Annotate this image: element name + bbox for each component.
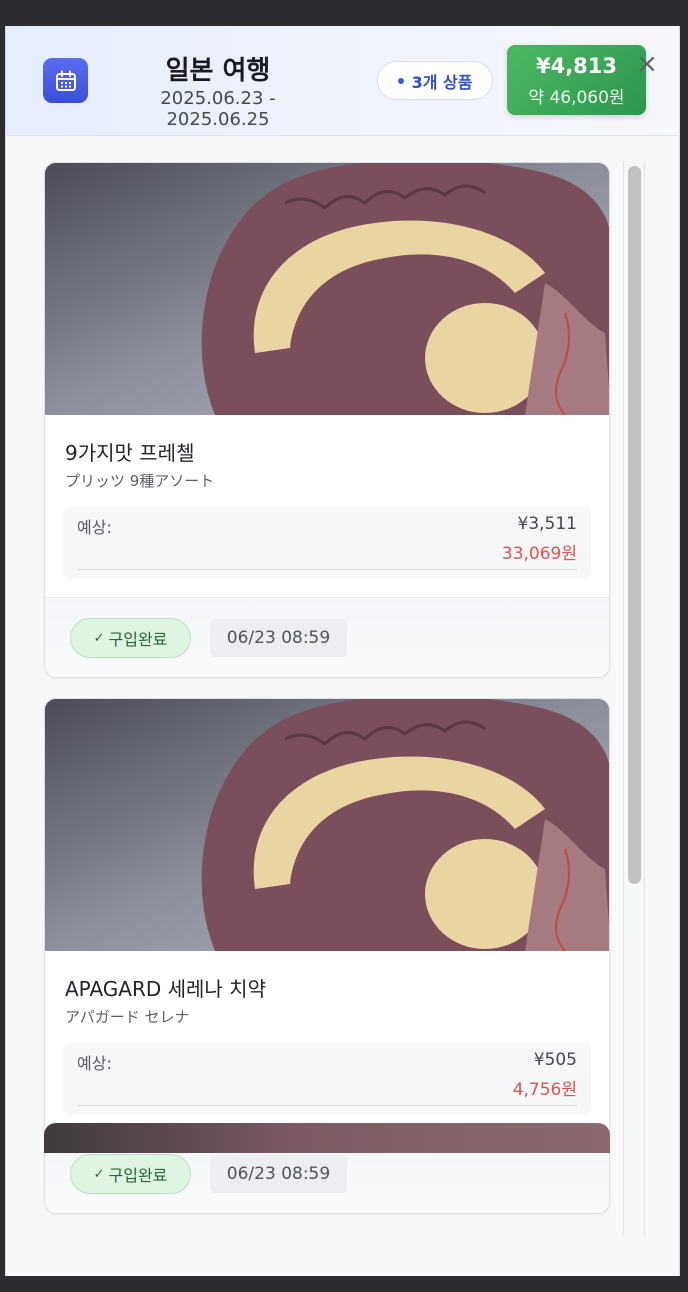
divider: [77, 569, 577, 570]
timestamp: 06/23 08:59: [210, 1155, 347, 1193]
total-won: 약 46,060원: [528, 88, 625, 108]
window-bottom-bar: [0, 1276, 688, 1292]
product-image: [45, 163, 609, 415]
price-won: 33,069원: [501, 544, 577, 564]
total-price-box: ¥4,813 약 46,060원: [507, 45, 646, 115]
total-yen: ¥4,813: [535, 54, 618, 78]
scrollbar-thumb[interactable]: [628, 166, 641, 884]
close-icon: ×: [636, 49, 658, 79]
trip-modal: 일본 여행 2025.06.23 - 2025.06.25 3개 상품 ¥4,8…: [5, 26, 680, 1276]
price-box: 예상: ¥3,511 33,069원: [63, 506, 591, 579]
status-label: 구입완료: [108, 1166, 168, 1185]
item-card[interactable]: 9가지맛 프레첼 プリッツ 9種アソート 예상: ¥3,511 33,069원 …: [44, 162, 610, 678]
price-label: 예상:: [77, 518, 112, 537]
status-badge[interactable]: ✓ 구입완료: [70, 618, 191, 658]
item-count-label: 3개 상품: [411, 72, 473, 92]
check-icon: ✓: [93, 1166, 105, 1182]
timestamp: 06/23 08:59: [210, 619, 347, 657]
card-footer: ✓ 구입완료 06/23 08:59: [45, 597, 609, 677]
window-top-bar: [0, 0, 688, 26]
calendar-icon: [43, 58, 88, 103]
price-won: 4,756원: [512, 1080, 577, 1100]
dot-icon: [397, 77, 404, 84]
product-subtitle: アパガード セレナ: [65, 1008, 190, 1026]
price-box: 예상: ¥505 4,756원: [63, 1042, 591, 1115]
status-badge[interactable]: ✓ 구입완료: [70, 1154, 191, 1194]
price-yen: ¥505: [533, 1050, 577, 1070]
price-label: 예상:: [77, 1054, 112, 1073]
item-list[interactable]: 9가지맛 프레첼 プリッツ 9種アソート 예상: ¥3,511 33,069원 …: [6, 137, 679, 1237]
product-name: APAGARD 세레나 치약: [65, 977, 266, 1001]
trip-dates: 2025.06.23 - 2025.06.25: [160, 88, 276, 130]
price-yen: ¥3,511: [517, 514, 577, 534]
modal-header: 일본 여행 2025.06.23 - 2025.06.25 3개 상품 ¥4,8…: [6, 26, 679, 136]
divider: [77, 1105, 577, 1106]
product-subtitle: プリッツ 9種アソート: [65, 472, 215, 490]
check-icon: ✓: [93, 630, 105, 646]
item-count-badge: 3개 상품: [377, 61, 493, 100]
item-card-partial[interactable]: [44, 1123, 610, 1153]
trip-title: 일본 여행: [165, 56, 271, 86]
close-button[interactable]: ×: [634, 50, 660, 78]
status-label: 구입완료: [108, 630, 168, 649]
product-name: 9가지맛 프레첼: [65, 441, 195, 465]
product-image: [45, 699, 609, 951]
